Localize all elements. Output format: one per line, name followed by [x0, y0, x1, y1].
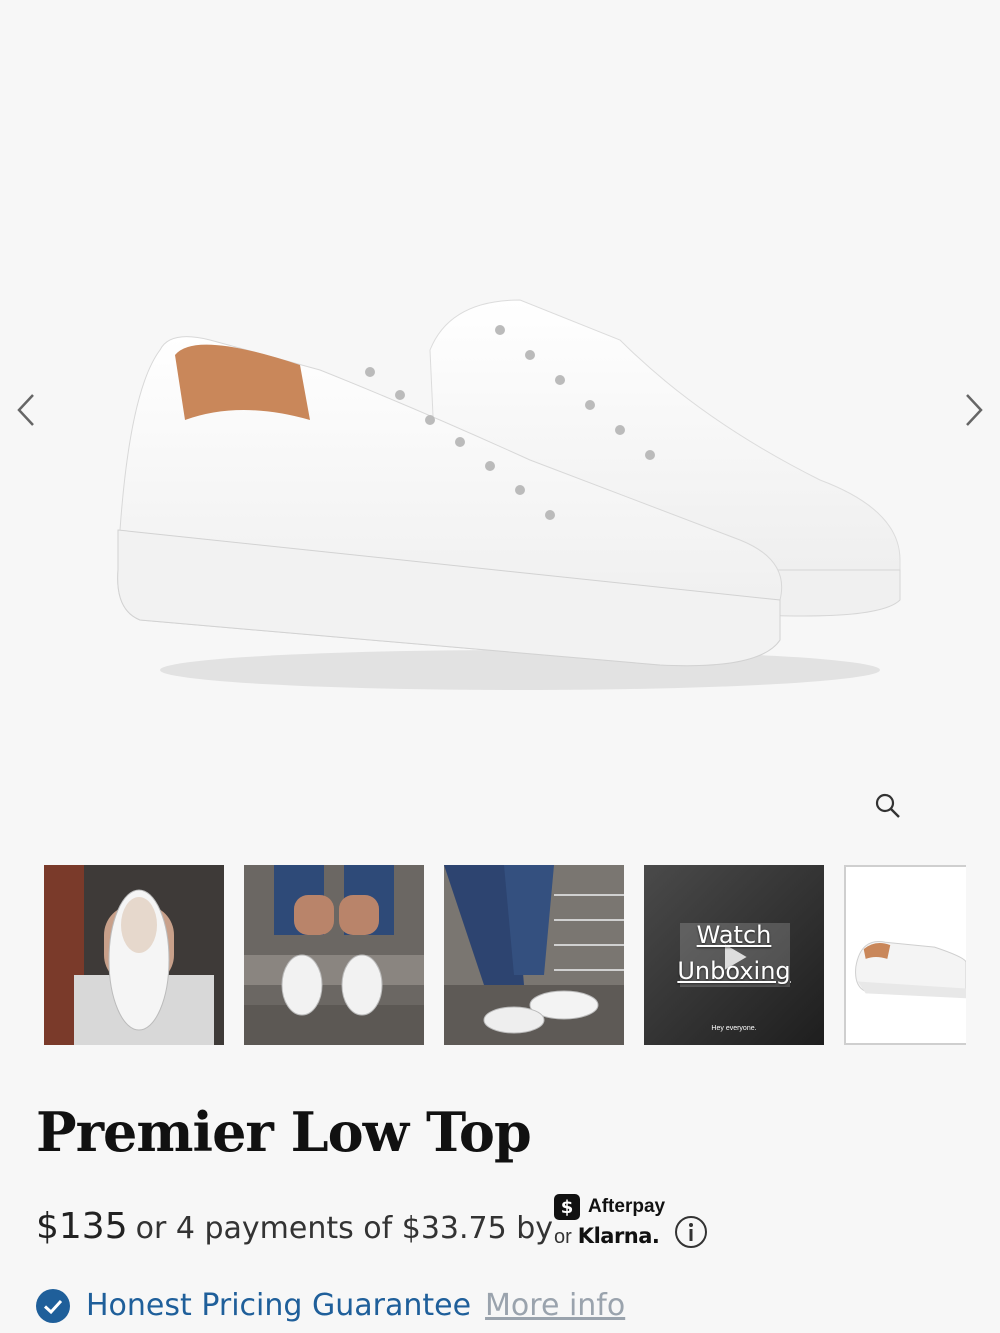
installments-text: or 4 payments of $33.75 by	[135, 1211, 554, 1246]
thumbnail-image	[44, 865, 224, 1045]
chevron-right-icon	[966, 394, 983, 426]
thumbnail-hand-holding-shoe[interactable]	[44, 865, 224, 1045]
afterpay-label: Afterpay	[588, 1196, 666, 1217]
thumbnail-product-side-view[interactable]	[844, 865, 966, 1045]
afterpay-logo: $ Afterpay	[554, 1194, 665, 1220]
or-label: or	[554, 1226, 572, 1248]
thumbnail-tying-laces[interactable]	[244, 865, 424, 1045]
previous-image-button[interactable]	[6, 388, 46, 432]
magnifier-icon	[875, 793, 900, 818]
check-circle-icon	[36, 1288, 70, 1323]
info-icon	[675, 1216, 707, 1248]
product-main-image	[117, 299, 901, 690]
klarna-logo: Klarna.	[577, 1224, 660, 1248]
honest-pricing-guarantee: Honest Pricing Guarantee More info	[36, 1288, 625, 1323]
thumbnail-image	[244, 865, 424, 1045]
price-row: $135 or 4 payments of $33.75 by	[36, 1206, 553, 1256]
video-caption: Hey everyone.	[711, 1025, 757, 1032]
thumbnail-image	[846, 868, 966, 1042]
chevron-left-icon	[17, 394, 34, 426]
watch-label-line1: Watch	[696, 921, 772, 949]
guarantee-label: Honest Pricing Guarantee	[86, 1288, 472, 1323]
product-price: $135	[36, 1206, 128, 1247]
thumbnail-image	[444, 865, 624, 1045]
next-image-button[interactable]	[954, 388, 994, 432]
klarna-row: or Klarna.	[554, 1224, 660, 1249]
product-image-carousel[interactable]	[0, 0, 1000, 840]
payment-info-button[interactable]	[674, 1215, 708, 1249]
more-info-link[interactable]: More info	[485, 1288, 625, 1323]
watch-label-line2: Unboxing	[677, 957, 791, 985]
payment-providers: $ Afterpay or Klarna.	[554, 1192, 674, 1252]
watch-unboxing-label: Watch Unboxing	[644, 917, 824, 989]
thumbnail-strip[interactable]: Watch Unboxing Hey everyone.	[44, 865, 966, 1045]
zoom-button[interactable]	[870, 788, 906, 824]
thumbnail-watch-unboxing-video[interactable]: Watch Unboxing Hey everyone.	[644, 865, 824, 1045]
afterpay-badge-icon: $	[554, 1194, 580, 1220]
thumbnail-walking-stairs[interactable]	[444, 865, 624, 1045]
product-title: Premier Low Top	[36, 1100, 532, 1164]
